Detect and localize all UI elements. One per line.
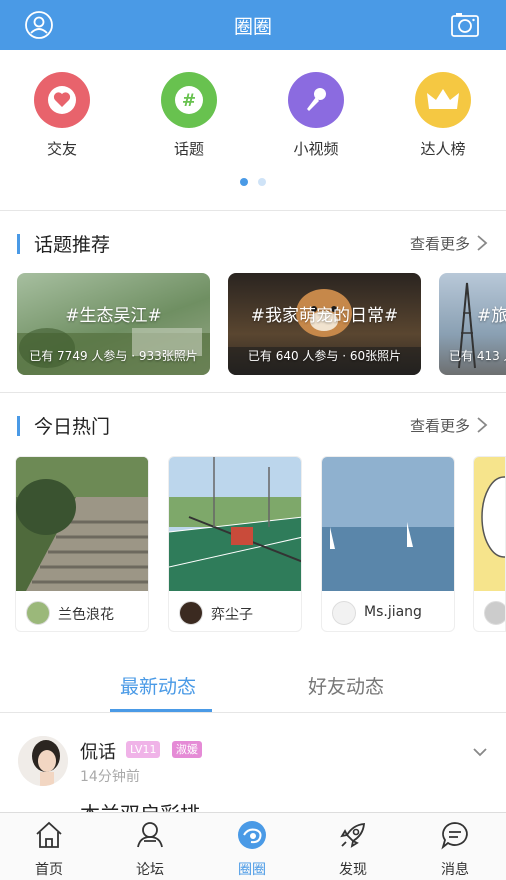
author-name: 兰色浪花 [58, 607, 114, 623]
page-dot-active[interactable] [240, 178, 248, 186]
section-accent-bar [17, 234, 20, 254]
divider [0, 392, 506, 393]
topic-card[interactable]: #生态吴江# 已有 7749 人参与 · 933张照片 [17, 273, 210, 375]
tab-friends[interactable]: 好友动态 [308, 672, 384, 699]
tab-label: 发现 [339, 862, 367, 878]
section-title: 话题推荐 [34, 234, 111, 256]
tab-latest[interactable]: 最新动态 [120, 672, 196, 699]
category-label: 交友 [46, 140, 77, 158]
crown-icon [415, 72, 471, 128]
post-author-name[interactable]: 侃话 [80, 738, 116, 764]
camera-icon[interactable] [450, 10, 480, 40]
tab-messages[interactable]: 消息 [420, 819, 490, 879]
home-icon [36, 821, 62, 848]
tab-home[interactable]: 首页 [14, 819, 84, 879]
section-accent-bar [17, 416, 20, 436]
hot-post-image [169, 457, 301, 591]
hot-post-image [322, 457, 454, 591]
hashtag-icon: # [161, 72, 217, 128]
avatar[interactable] [484, 601, 505, 625]
category-label: 话题 [173, 140, 204, 158]
tab-discover[interactable]: 发现 [318, 819, 388, 879]
chevron-down-icon[interactable] [472, 746, 488, 758]
feed-post[interactable]: 侃话 LV11 淑媛 14分钟前 本兰双启彩排 [0, 712, 506, 812]
author-name: 弈尘子 [211, 607, 253, 623]
top-nav-bar: 圈圈 [0, 0, 506, 50]
tab-label: 论坛 [136, 862, 164, 878]
tab-label: 首页 [35, 862, 63, 878]
user-icon[interactable] [24, 10, 54, 40]
hot-post-image [16, 457, 148, 591]
rocket-icon [340, 823, 365, 848]
divider [0, 210, 506, 211]
microphone-icon [288, 72, 344, 128]
avatar[interactable] [18, 736, 68, 786]
chevron-right-icon[interactable] [476, 234, 488, 252]
topic-card[interactable]: #旅 已有 413 人 [439, 273, 506, 375]
topics-section-header: 话题推荐 查看更多 [0, 230, 506, 260]
category-ranking[interactable]: 达人榜 [393, 72, 493, 159]
category-grid: 交友 # 话题 小视频 达人榜 [0, 50, 506, 210]
bottom-tab-bar: 首页 论坛 圈圈 发现 消息 [0, 812, 506, 880]
hot-post-card[interactable]: 兰色浪花 [15, 456, 149, 632]
page-title: 圈圈 [233, 15, 272, 38]
hot-section-header: 今日热门 查看更多 [0, 412, 506, 442]
hot-post-card[interactable]: Ms.jiang [321, 456, 455, 632]
hot-post-image [474, 457, 505, 591]
avatar[interactable] [179, 601, 203, 625]
view-more-link[interactable]: 查看更多 [410, 233, 470, 254]
view-more-link[interactable]: 查看更多 [410, 415, 470, 436]
tab-forum[interactable]: 论坛 [115, 819, 185, 879]
avatar[interactable] [26, 601, 50, 625]
tab-circle[interactable]: 圈圈 [217, 819, 287, 879]
topic-title: #生态吴江# [65, 306, 162, 326]
author-name: Ms.jiang [364, 604, 422, 620]
chevron-right-icon[interactable] [476, 416, 488, 434]
heart-icon [34, 72, 90, 128]
topic-stats: 已有 413 人 [449, 349, 506, 363]
hot-post-card[interactable] [473, 456, 506, 632]
post-timestamp: 14分钟前 [80, 769, 140, 785]
topic-stats: 已有 640 人参与 · 60张照片 [247, 349, 402, 363]
hot-post-card[interactable]: 弈尘子 [168, 456, 302, 632]
category-label: 小视频 [293, 140, 339, 158]
post-text: 本兰双启彩排 [80, 798, 200, 812]
topic-title: #我家萌宠的日常# [250, 306, 399, 326]
category-topics[interactable]: # 话题 [139, 72, 239, 159]
category-make-friends[interactable]: 交友 [12, 72, 112, 159]
page-dot[interactable] [258, 178, 266, 186]
tab-label: 消息 [441, 862, 469, 878]
circle-icon [238, 821, 266, 849]
section-title: 今日热门 [34, 416, 111, 438]
title-badge: 淑媛 [172, 741, 202, 758]
category-short-video[interactable]: 小视频 [266, 72, 366, 159]
avatar[interactable] [332, 601, 356, 625]
topic-stats: 已有 7749 人参与 · 933张照片 [29, 349, 198, 363]
page-indicator [0, 178, 506, 186]
topic-title: #旅 [477, 306, 506, 326]
feed-tabs: 最新动态 好友动态 [0, 656, 506, 712]
category-label: 达人榜 [420, 140, 466, 158]
message-icon [441, 822, 468, 850]
forum-icon [137, 822, 163, 848]
tab-label: 圈圈 [238, 862, 266, 878]
topic-card[interactable]: #我家萌宠的日常# 已有 640 人参与 · 60张照片 [228, 273, 421, 375]
svg-text:#: # [182, 91, 196, 111]
level-badge: LV11 [126, 741, 161, 758]
